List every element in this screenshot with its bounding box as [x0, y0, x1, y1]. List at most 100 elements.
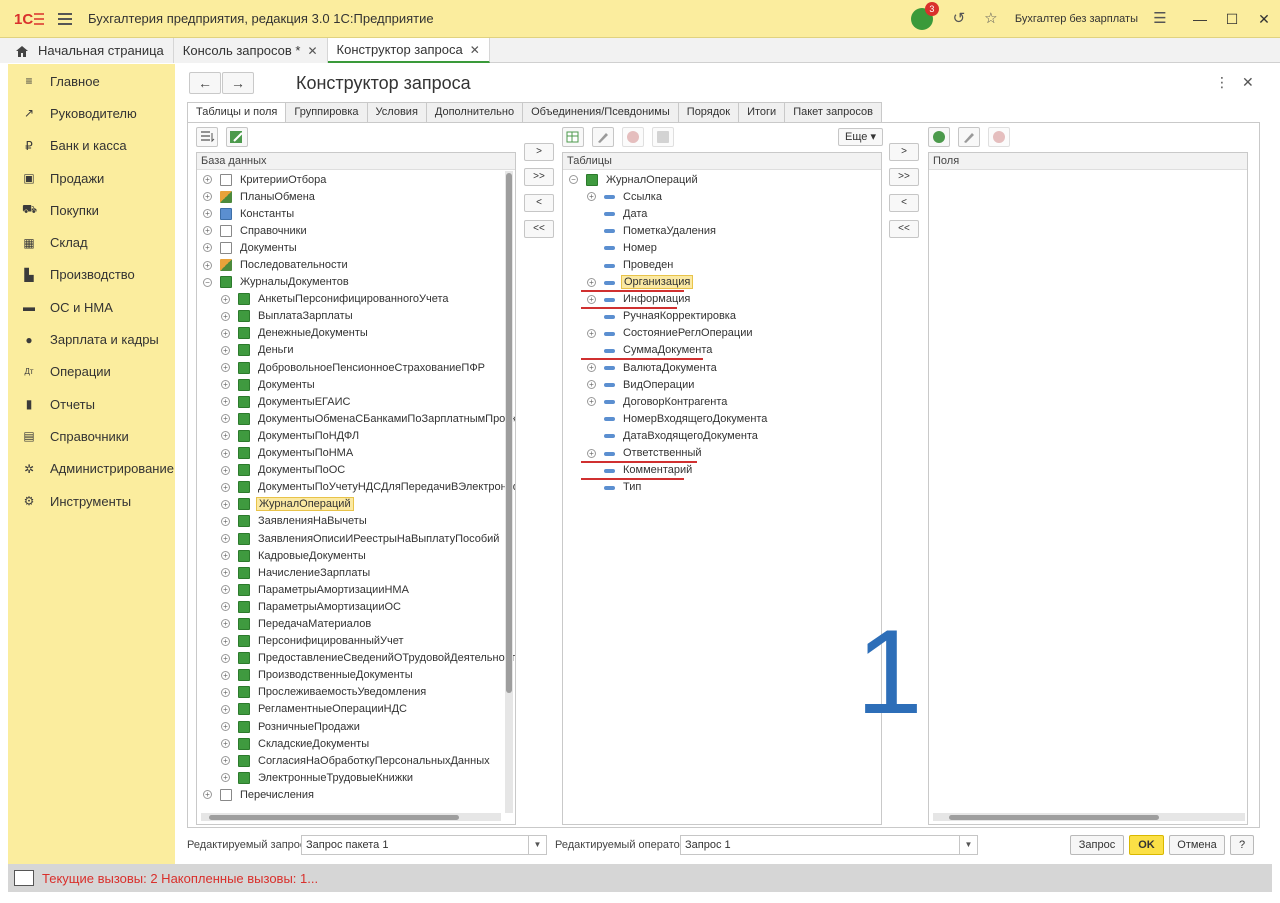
copy-table-icon[interactable] [652, 127, 674, 147]
expand-icon[interactable]: + [587, 192, 596, 202]
remove-table-button[interactable]: < [524, 194, 554, 212]
more-actions-icon[interactable]: ⋮ [1215, 74, 1229, 91]
expand-icon[interactable]: + [221, 516, 230, 526]
tree-row[interactable]: + Справочники [197, 222, 515, 239]
sidebar-item-warehouse[interactable]: ▦ Склад [8, 226, 175, 258]
tree-row[interactable]: + ВидОперации [563, 376, 881, 393]
expand-icon[interactable]: + [221, 722, 230, 732]
expand-icon[interactable]: + [203, 175, 212, 185]
expand-icon[interactable]: + [221, 482, 230, 492]
tab-conditions[interactable]: Условия [366, 102, 427, 122]
tree-row[interactable]: + Последовательности [197, 256, 515, 273]
sidebar-item-purchases[interactable]: ⛟ Покупки [8, 194, 175, 226]
settings-menu-icon[interactable]: ☰ [1152, 11, 1168, 27]
sidebar-item-admin[interactable]: ✲ Администрирование [8, 453, 175, 485]
expand-icon[interactable]: + [221, 431, 230, 441]
tree-row[interactable]: + Ссылка [563, 188, 881, 205]
status-text[interactable]: Текущие вызовы: 2 Накопленные вызовы: 1.… [42, 871, 318, 886]
tree-row[interactable]: + ЗаявленияОписиИРеестрыНаВыплатуПособий [197, 530, 515, 547]
remove-all-tables-button[interactable]: << [524, 220, 554, 238]
expand-icon[interactable]: + [587, 294, 596, 304]
database-vscroll[interactable] [505, 171, 513, 813]
sidebar-item-catalogs[interactable]: ▤ Справочники [8, 420, 175, 452]
tree-row[interactable]: + ДенежныеДокументы [197, 325, 515, 342]
tree-row[interactable]: − ЖурналыДокументов [197, 274, 515, 291]
expand-icon[interactable]: + [587, 328, 596, 338]
tree-row[interactable]: СуммаДокумента [563, 342, 881, 359]
add-all-fields-button[interactable]: >> [889, 168, 919, 186]
delete-icon[interactable] [622, 127, 644, 147]
tree-row[interactable]: + ПараметрыАмортизацииОС [197, 598, 515, 615]
scroll-thumb[interactable] [506, 173, 512, 693]
tree-row[interactable]: + РозничныеПродажи [197, 718, 515, 735]
tree-row[interactable]: + РегламентныеОперацииНДС [197, 701, 515, 718]
expand-icon[interactable]: + [221, 568, 230, 578]
tab-tables-fields[interactable]: Таблицы и поля [187, 102, 287, 122]
tree-row[interactable]: + ДоговорКонтрагента [563, 393, 881, 410]
query-button[interactable]: Запрос [1070, 835, 1124, 855]
sidebar-item-manager[interactable]: ↗ Руководителю [8, 97, 175, 129]
back-button[interactable]: ← [189, 72, 221, 94]
tree-row[interactable]: + СкладскиеДокументы [197, 735, 515, 752]
tree-row[interactable]: + АнкетыПерсонифицированногоУчета [197, 291, 515, 308]
chevron-down-icon[interactable]: ▼ [528, 836, 546, 854]
edit-field-icon[interactable] [958, 127, 980, 147]
expand-icon[interactable]: + [221, 414, 230, 424]
tree-row[interactable]: ПометкаУдаления [563, 222, 881, 239]
tree-row[interactable]: + Константы [197, 205, 515, 222]
expand-icon[interactable]: + [221, 345, 230, 355]
tree-row[interactable]: + Деньги [197, 342, 515, 359]
app-logo-icon[interactable]: 1С [14, 9, 46, 29]
edit-query-icon[interactable] [226, 127, 248, 147]
tree-row[interactable]: + ДокументыОбменаСБанкамиПоЗарплатнымПрое… [197, 410, 515, 427]
tree-row[interactable]: + Документы [197, 376, 515, 393]
tab-query-batch[interactable]: Пакет запросов [784, 102, 882, 122]
tree-row[interactable]: + ДокументыПоНДФЛ [197, 427, 515, 444]
sidebar-item-main[interactable]: ≡ Главное [8, 65, 175, 97]
expand-icon[interactable]: + [221, 704, 230, 714]
expand-icon[interactable]: + [221, 653, 230, 663]
tree-row[interactable]: + ДобровольноеПенсионноеСтрахованиеПФР [197, 359, 515, 376]
tab-unions-aliases[interactable]: Объединения/Псевдонимы [522, 102, 679, 122]
help-button[interactable]: ? [1230, 835, 1254, 855]
tree-row[interactable]: + ДокументыПоУчетуНДСДляПередачиВЭлектрон… [197, 479, 515, 496]
collapse-icon[interactable]: − [569, 175, 578, 185]
tree-row[interactable]: + Документы [197, 239, 515, 256]
tree-row[interactable]: + ВалютаДокумента [563, 359, 881, 376]
tree-row[interactable]: Проведен [563, 256, 881, 273]
tree-row[interactable]: НомерВходящегоДокумента [563, 410, 881, 427]
expand-icon[interactable]: + [587, 448, 596, 458]
tree-row[interactable]: + Перечисления [197, 786, 515, 803]
expand-icon[interactable]: + [221, 448, 230, 458]
scroll-thumb[interactable] [949, 815, 1159, 820]
expand-icon[interactable]: + [221, 534, 230, 544]
close-window-button[interactable]: ✕ [1248, 11, 1280, 28]
remove-field-button[interactable]: < [889, 194, 919, 212]
tab-query-console[interactable]: Консоль запросов * ✕ [173, 38, 328, 63]
expand-icon[interactable]: + [203, 243, 212, 253]
sidebar-item-reports[interactable]: ▮ Отчеты [8, 388, 175, 420]
expand-icon[interactable]: + [221, 294, 230, 304]
edit-icon[interactable] [592, 127, 614, 147]
sidebar-item-bank[interactable]: ₽ Банк и касса [8, 130, 175, 162]
expand-icon[interactable]: + [221, 328, 230, 338]
expand-icon[interactable]: + [221, 756, 230, 766]
tree-row[interactable]: + ДокументыПоОС [197, 462, 515, 479]
expand-icon[interactable]: + [587, 397, 596, 407]
tree-row[interactable]: + ДокументыПоНМА [197, 445, 515, 462]
sidebar-item-sales[interactable]: ▣ Продажи [8, 162, 175, 194]
expand-icon[interactable]: + [221, 636, 230, 646]
expand-icon[interactable]: + [221, 619, 230, 629]
expand-icon[interactable]: + [221, 465, 230, 475]
tab-query-builder[interactable]: Конструктор запроса ✕ [327, 38, 490, 63]
tree-row[interactable]: + ПараметрыАмортизацииНМА [197, 581, 515, 598]
favorites-star-icon[interactable]: ☆ [983, 11, 999, 27]
tree-row[interactable]: + ВыплатаЗарплаты [197, 308, 515, 325]
tree-row[interactable]: + ПрослеживаемостьУведомления [197, 684, 515, 701]
monitor-icon[interactable] [14, 870, 34, 886]
main-menu-icon[interactable] [58, 12, 72, 25]
tree-row[interactable]: + ЭлектронныеТрудовыеКнижки [197, 769, 515, 786]
tree-row[interactable]: + ЖурналОпераций [197, 496, 515, 513]
expand-icon[interactable]: + [221, 311, 230, 321]
tree-row[interactable]: + ПередачаМатериалов [197, 615, 515, 632]
